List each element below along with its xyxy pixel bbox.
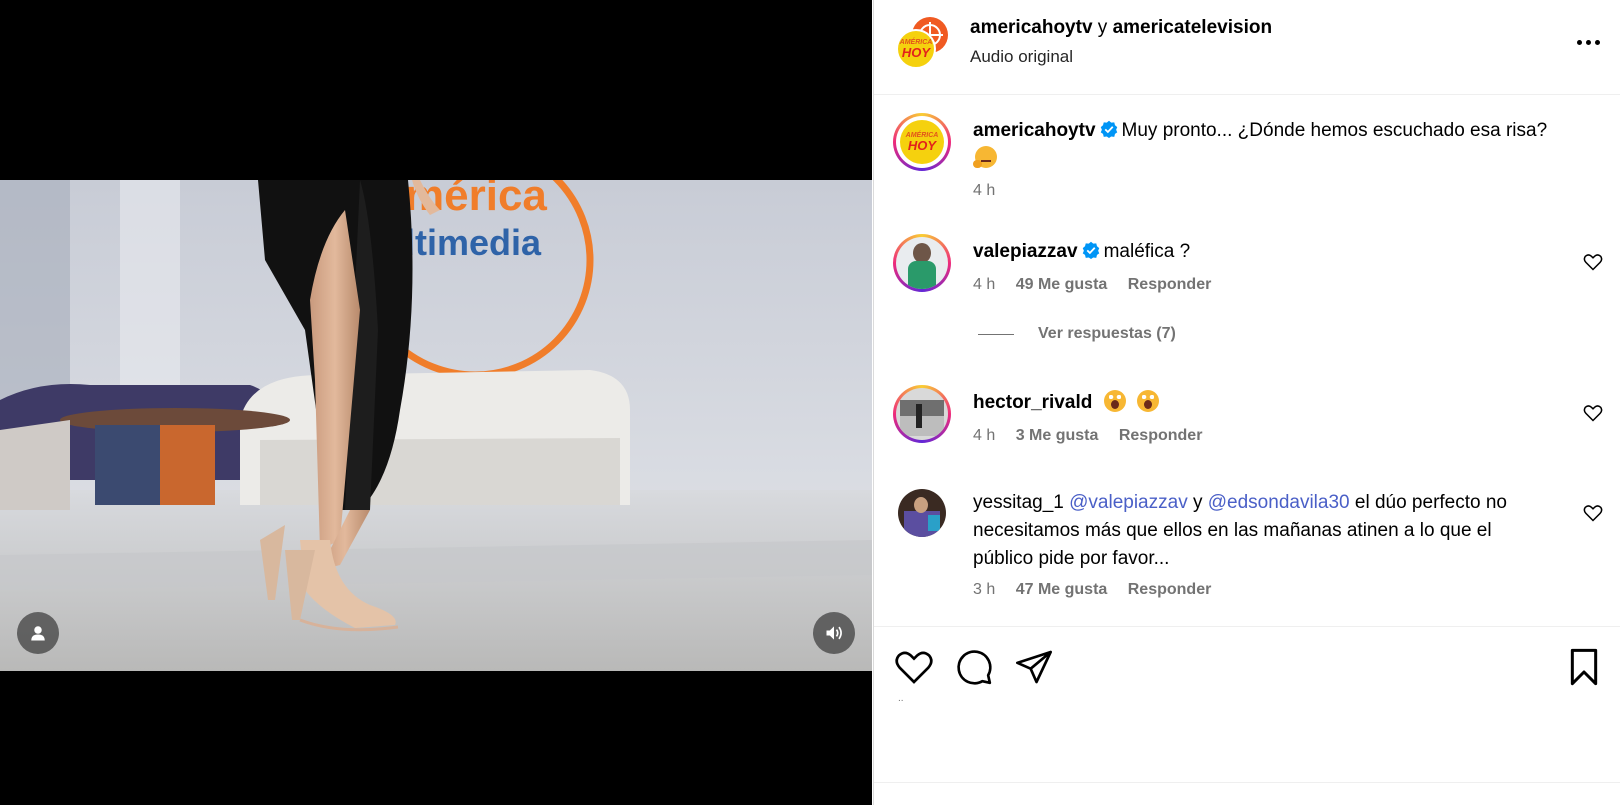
caption-text-block: americahoytv Muy pronto... ¿Dónde hemos e… [973,117,1553,173]
more-options-button[interactable] [1568,30,1608,54]
reply-button[interactable]: Responder [1119,427,1203,444]
authors-joiner: y [1097,17,1108,38]
comment-item: valepiazzav maléfica ? 4 h 49 Me gusta Re… [874,234,1620,354]
divider [874,782,1620,783]
mention-link[interactable]: @valepiazzav [1069,492,1188,513]
comment-username-link[interactable]: yessitag_1 [973,492,1064,513]
logo-line2: HOY [907,138,937,153]
heart-icon[interactable] [1583,403,1603,423]
verified-badge-icon [1100,120,1117,138]
view-replies-button[interactable]: Ver respuestas (7) [978,325,1176,343]
comment-time: 3 h [973,581,996,598]
comment-username-link[interactable]: hector_rivald [973,392,1092,413]
send-icon[interactable] [1014,647,1054,687]
tagged-users-button[interactable] [17,612,59,654]
likes-summary: .. [898,693,904,704]
reply-button[interactable]: Responder [1128,581,1212,598]
bookmark-icon[interactable] [1564,647,1604,687]
collaborator-username-link[interactable]: americatelevision [1113,17,1272,38]
comment-time: 4 h [973,276,996,293]
backdrop-logo-line2: ltimedia [405,222,542,263]
heart-icon[interactable] [894,647,934,687]
mention-joiner: y [1192,492,1203,513]
comment-text-block: yessitag_1 @valepiazzav y @edsondavila30… [973,489,1553,573]
post-authors: americahoytv y americatelevision [970,17,1272,39]
comments-list[interactable]: AMÉRICA HOY americahoytv Muy pronto... ¿D… [874,96,1620,626]
comment-username-link[interactable]: valepiazzav [973,241,1078,262]
caption-text: Muy pronto... ¿Dónde hemos escuchado esa… [1121,120,1548,141]
video-frame: mérica ltimedia [0,180,872,671]
comment-avatar[interactable] [893,385,951,443]
comment-likes-link[interactable]: 49 Me gusta [1016,276,1108,293]
volume-button[interactable] [813,612,855,654]
heart-icon[interactable] [1583,503,1603,523]
comment-avatar[interactable] [893,234,951,292]
surprised-face-emoji-icon [1136,390,1159,412]
reply-button[interactable]: Responder [1128,276,1212,293]
heart-icon[interactable] [1583,252,1603,272]
account-username-link[interactable]: americahoytv [970,17,1093,38]
post-header: AMÉRICA HOY americahoytv y americatelevi… [874,0,1620,95]
comment-meta: 3 h 47 Me gusta Responder [973,581,1227,599]
comment-text: maléfica ? [1103,241,1191,262]
thinking-emoji-icon [973,146,997,168]
comment-likes-link[interactable]: 47 Me gusta [1016,581,1108,598]
volume-icon [826,626,842,640]
comment-avatar[interactable] [898,489,946,537]
comment-item: yessitag_1 @valepiazzav y @edsondavila30… [874,485,1620,625]
surprised-face-emoji-icon [1103,390,1126,412]
comment-likes-link[interactable]: 3 Me gusta [1016,427,1099,444]
post-actions-bar: .. [874,626,1620,781]
audio-label-link[interactable]: Audio original [970,47,1073,67]
logo-line2: HOY [901,45,931,60]
comment-time: 4 h [973,427,996,444]
caption: AMÉRICA HOY americahoytv Muy pronto... ¿D… [874,96,1620,216]
verified-badge-icon [1082,241,1099,259]
instagram-post-view: mérica ltimedia AMÉRICA HOY americahoytv… [0,0,1620,805]
post-details-panel: AMÉRICA HOY americahoytv y americatelevi… [873,0,1620,805]
comment-meta: 4 h 49 Me gusta Responder [973,276,1227,294]
mention-link[interactable]: @edsondavila30 [1208,492,1350,513]
more-horizontal-icon [1576,39,1600,45]
caption-username-link[interactable]: americahoytv [973,120,1096,141]
caption-time: 4 h [973,182,996,199]
caption-avatar[interactable]: AMÉRICA HOY [893,113,951,171]
comment-icon[interactable] [954,647,994,687]
video-player[interactable]: mérica ltimedia [0,0,872,805]
comment-meta: 4 h 3 Me gusta Responder [973,427,1218,445]
comment-item: hector_rivald 4 h 3 Me gusta Responder [874,385,1620,475]
collab-avatars[interactable]: AMÉRICA HOY [896,17,956,73]
account-avatar[interactable]: AMÉRICA HOY [896,29,936,69]
user-icon [31,626,45,641]
comment-text-block: hector_rivald [973,389,1553,417]
comment-text-block: valepiazzav maléfica ? [973,238,1553,266]
